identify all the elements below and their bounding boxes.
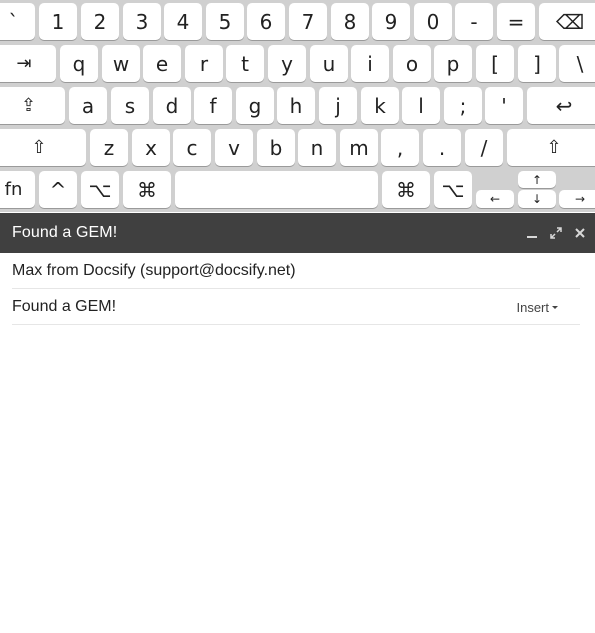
key-p[interactable]: p — [434, 45, 472, 82]
close-icon[interactable] — [573, 226, 587, 240]
key-c[interactable]: c — [173, 129, 211, 166]
key-j[interactable]: j — [319, 87, 357, 124]
subject-field[interactable]: Found a GEM! Insert — [12, 289, 580, 325]
caps-lock-icon: ⇪ — [20, 95, 37, 116]
key-tab[interactable]: ⇥ — [0, 45, 56, 82]
key-z[interactable]: z — [90, 129, 128, 166]
key-equals[interactable]: = — [497, 3, 535, 40]
key-3[interactable]: 3 — [123, 3, 161, 40]
key-q[interactable]: q — [60, 45, 98, 82]
key-e[interactable]: e — [143, 45, 181, 82]
return-icon: ↩ — [555, 93, 573, 118]
arrow-right-icon: → — [574, 192, 586, 206]
caret-down-icon — [552, 306, 558, 309]
key-control[interactable]: ^ — [39, 171, 77, 208]
compose-title: Found a GEM! — [12, 224, 118, 241]
key-right-command[interactable]: ⌘ — [382, 171, 430, 208]
key-i[interactable]: i — [351, 45, 389, 82]
key-m[interactable]: m — [340, 129, 378, 166]
key-w[interactable]: w — [102, 45, 140, 82]
key-r[interactable]: r — [185, 45, 223, 82]
on-screen-keyboard: ` 1 2 3 4 5 6 7 8 9 0 - = ⌫ ⇥ q w e r t … — [0, 0, 595, 212]
key-n[interactable]: n — [298, 129, 336, 166]
key-caps-lock[interactable]: ⇪ — [0, 87, 65, 124]
key-arrow-left[interactable]: ← — [476, 190, 514, 208]
key-open-bracket[interactable]: [ — [476, 45, 514, 82]
key-g[interactable]: g — [236, 87, 274, 124]
expand-icon[interactable] — [549, 226, 563, 240]
option-icon: ⌥ — [441, 177, 465, 202]
arrow-left-icon: ← — [489, 192, 501, 206]
command-icon: ⌘ — [396, 177, 416, 202]
key-x[interactable]: x — [132, 129, 170, 166]
key-left-shift[interactable]: ⇧ — [0, 129, 86, 166]
recipient-text: Max from Docsify (support@docsify.net) — [12, 261, 296, 279]
key-4[interactable]: 4 — [164, 3, 202, 40]
key-left-command[interactable]: ⌘ — [123, 171, 171, 208]
key-a[interactable]: a — [69, 87, 107, 124]
key-fn[interactable]: fn — [0, 171, 35, 208]
key-right-option[interactable]: ⌥ — [434, 171, 472, 208]
key-left-option[interactable]: ⌥ — [81, 171, 119, 208]
to-field[interactable]: Max from Docsify (support@docsify.net) — [12, 253, 580, 289]
backspace-icon: ⌫ — [555, 9, 585, 34]
tab-icon: ⇥ — [16, 53, 32, 74]
key-s[interactable]: s — [111, 87, 149, 124]
key-period[interactable]: . — [423, 129, 461, 166]
key-arrow-down[interactable]: ↓ — [518, 190, 556, 208]
key-o[interactable]: o — [393, 45, 431, 82]
compose-header[interactable]: Found a GEM! — [0, 213, 595, 253]
option-icon: ⌥ — [88, 177, 112, 202]
key-semicolon[interactable]: ; — [444, 87, 482, 124]
key-backtick[interactable]: ` — [0, 3, 35, 40]
command-icon: ⌘ — [137, 177, 157, 202]
key-slash[interactable]: / — [465, 129, 503, 166]
key-k[interactable]: k — [361, 87, 399, 124]
key-close-bracket[interactable]: ] — [518, 45, 556, 82]
key-h[interactable]: h — [277, 87, 315, 124]
key-f[interactable]: f — [194, 87, 232, 124]
key-t[interactable]: t — [226, 45, 264, 82]
key-8[interactable]: 8 — [331, 3, 369, 40]
minimize-icon[interactable] — [525, 226, 539, 240]
key-u[interactable]: u — [310, 45, 348, 82]
key-6[interactable]: 6 — [247, 3, 285, 40]
key-backslash[interactable]: \ — [559, 45, 595, 82]
arrow-down-icon: ↓ — [531, 192, 543, 206]
key-b[interactable]: b — [257, 129, 295, 166]
subject-text: Found a GEM! — [12, 297, 117, 315]
insert-label: Insert — [516, 299, 549, 315]
key-backspace[interactable]: ⌫ — [539, 3, 595, 40]
control-icon: ^ — [49, 177, 67, 202]
key-0[interactable]: 0 — [414, 3, 452, 40]
key-9[interactable]: 9 — [372, 3, 410, 40]
key-y[interactable]: y — [268, 45, 306, 82]
key-1[interactable]: 1 — [39, 3, 77, 40]
key-arrow-up[interactable]: ↑ — [518, 171, 556, 188]
key-l[interactable]: l — [402, 87, 440, 124]
shift-icon: ⇧ — [31, 137, 47, 158]
key-d[interactable]: d — [153, 87, 191, 124]
insert-dropdown[interactable]: Insert — [516, 289, 558, 325]
key-space[interactable] — [175, 171, 378, 208]
key-return[interactable]: ↩ — [527, 87, 595, 124]
key-7[interactable]: 7 — [289, 3, 327, 40]
shift-icon: ⇧ — [546, 137, 562, 158]
key-comma[interactable]: , — [381, 129, 419, 166]
key-minus[interactable]: - — [455, 3, 493, 40]
key-5[interactable]: 5 — [206, 3, 244, 40]
arrow-up-icon: ↑ — [531, 172, 543, 187]
message-body[interactable] — [0, 325, 595, 633]
compose-window-controls — [525, 213, 587, 253]
key-v[interactable]: v — [215, 129, 253, 166]
key-right-shift[interactable]: ⇧ — [507, 129, 595, 166]
key-2[interactable]: 2 — [81, 3, 119, 40]
key-arrow-right[interactable]: → — [559, 190, 595, 208]
key-quote[interactable]: ' — [485, 87, 523, 124]
